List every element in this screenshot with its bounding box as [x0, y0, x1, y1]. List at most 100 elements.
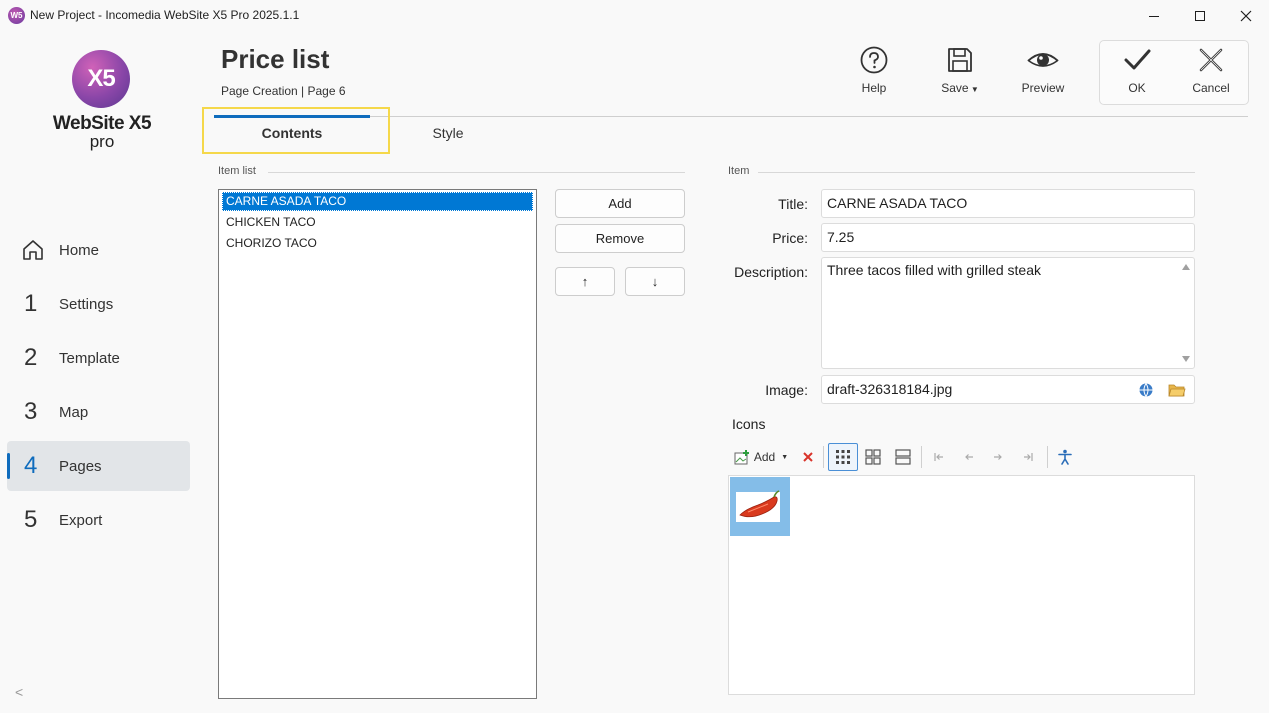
toolbar-separator: [823, 446, 824, 468]
step-number: 3: [24, 398, 38, 425]
cancel-button[interactable]: Cancel: [1186, 45, 1236, 95]
accessibility-icon: [1058, 449, 1072, 465]
remove-item-button[interactable]: Remove: [555, 224, 685, 253]
group-divider: [758, 172, 1195, 173]
move-previous-button[interactable]: [958, 443, 980, 471]
title-label: Title:: [778, 196, 808, 212]
add-icon-button[interactable]: Add ▼: [730, 443, 792, 471]
list-view-button[interactable]: [890, 443, 916, 471]
cancel-x-icon: [1199, 48, 1223, 72]
image-field[interactable]: draft-326318184.jpg: [821, 375, 1195, 404]
sidebar-item-pages[interactable]: 4 Pages: [7, 441, 190, 491]
checkmark-icon: [1124, 49, 1151, 70]
sidebar-item-label: Map: [59, 403, 89, 421]
globe-icon[interactable]: [1138, 382, 1154, 398]
eye-icon: [1027, 53, 1059, 67]
sidebar-item-label: Export: [59, 511, 103, 529]
close-icon: [1240, 10, 1252, 22]
logo-mark: X5: [72, 50, 130, 108]
sidebar: X5 WebSite X5 pro Home 1 Settings 2 Temp…: [0, 32, 200, 713]
scroll-down-arrow[interactable]: [1182, 356, 1190, 362]
folder-icon[interactable]: [1168, 382, 1186, 398]
rows-icon: [895, 449, 911, 465]
help-button[interactable]: Help: [848, 45, 900, 95]
move-next-button[interactable]: [987, 443, 1009, 471]
price-field[interactable]: 7.25: [821, 223, 1195, 252]
sidebar-item-label: Settings: [59, 295, 114, 313]
left-arrow-icon: [965, 454, 973, 460]
description-text: Three tacos filled with grilled steak: [827, 262, 1041, 278]
maximize-button[interactable]: [1177, 0, 1223, 32]
title-field[interactable]: CARNE ASADA TACO: [821, 189, 1195, 218]
title-bar: W5 New Project - Incomedia WebSite X5 Pr…: [0, 0, 1269, 32]
sidebar-item-label: Template: [59, 349, 120, 367]
small-grid-view-button[interactable]: [828, 443, 858, 471]
save-label: Save: [941, 81, 969, 95]
step-number: 2: [24, 344, 38, 371]
item-group-label: Item: [728, 165, 750, 177]
icon-thumbnail[interactable]: [730, 477, 790, 536]
minimize-button[interactable]: [1131, 0, 1177, 32]
group-divider: [268, 172, 685, 173]
right-arrow-icon: [994, 454, 1002, 460]
image-filename: draft-326318184.jpg: [827, 381, 953, 397]
list-item[interactable]: CARNE ASADA TACO: [222, 192, 533, 211]
breadcrumb: Page Creation | Page 6: [221, 84, 346, 98]
step-number: 5: [24, 506, 38, 533]
item-listbox[interactable]: CARNE ASADA TACO CHICKEN TACO CHORIZO TA…: [218, 189, 537, 699]
sidebar-item-map[interactable]: 3 Map: [7, 387, 190, 437]
first-arrow-icon: [934, 453, 943, 461]
sidebar-item-home[interactable]: Home: [7, 225, 190, 275]
collapse-sidebar-button[interactable]: <: [15, 684, 23, 700]
delete-icon-button[interactable]: [798, 443, 818, 471]
add-icon-label: Add: [753, 450, 776, 464]
help-label: Help: [861, 81, 887, 95]
save-button[interactable]: Save ▼: [932, 45, 988, 95]
scroll-up-arrow[interactable]: [1182, 264, 1190, 270]
small-grid-icon: [836, 450, 850, 464]
sidebar-item-settings[interactable]: 1 Settings: [7, 279, 190, 329]
sidebar-item-label: Pages: [59, 457, 102, 475]
toolbar-separator: [1047, 446, 1048, 468]
accessibility-button[interactable]: [1054, 443, 1076, 471]
chevron-down-icon: ▼: [968, 85, 979, 94]
sidebar-item-label: Home: [59, 241, 100, 259]
ok-button[interactable]: OK: [1112, 45, 1162, 95]
icons-panel[interactable]: [728, 475, 1195, 695]
ok-label: OK: [1128, 81, 1146, 95]
home-icon: [23, 240, 43, 260]
cancel-label: Cancel: [1192, 81, 1230, 95]
maximize-icon: [1195, 11, 1205, 21]
description-field[interactable]: Three tacos filled with grilled steak: [821, 257, 1195, 369]
list-item[interactable]: CHICKEN TACO: [222, 213, 533, 232]
price-label: Price:: [772, 230, 808, 246]
move-first-button[interactable]: [928, 443, 950, 471]
logo: X5 WebSite X5 pro: [50, 50, 154, 160]
minimize-icon: [1149, 15, 1159, 17]
step-number: 1: [24, 290, 38, 317]
toolbar-separator: [921, 446, 922, 468]
sidebar-item-template[interactable]: 2 Template: [7, 333, 190, 383]
add-item-button[interactable]: Add: [555, 189, 685, 218]
move-up-button[interactable]: ↑: [555, 267, 615, 296]
help-icon: [860, 46, 888, 74]
move-down-button[interactable]: ↓: [625, 267, 685, 296]
item-list-group-label: Item list: [218, 165, 256, 177]
app-icon: W5: [8, 7, 25, 24]
large-grid-view-button[interactable]: [860, 443, 886, 471]
delete-x-icon: [803, 452, 813, 462]
page-title: Price list: [221, 44, 330, 74]
sidebar-item-export[interactable]: 5 Export: [7, 495, 190, 545]
close-window-button[interactable]: [1223, 0, 1269, 32]
large-grid-icon: [865, 449, 881, 465]
tab-style[interactable]: Style: [370, 125, 526, 141]
image-label: Image:: [765, 382, 808, 398]
preview-label: Preview: [1021, 81, 1065, 95]
preview-button[interactable]: Preview: [1014, 45, 1072, 95]
chevron-down-icon: ▼: [781, 453, 789, 461]
move-last-button[interactable]: [1017, 443, 1039, 471]
list-item[interactable]: CHORIZO TACO: [222, 234, 533, 253]
window-title: New Project - Incomedia WebSite X5 Pro 2…: [30, 8, 300, 22]
tab-highlight-box: [202, 107, 390, 154]
last-arrow-icon: [1024, 453, 1033, 461]
